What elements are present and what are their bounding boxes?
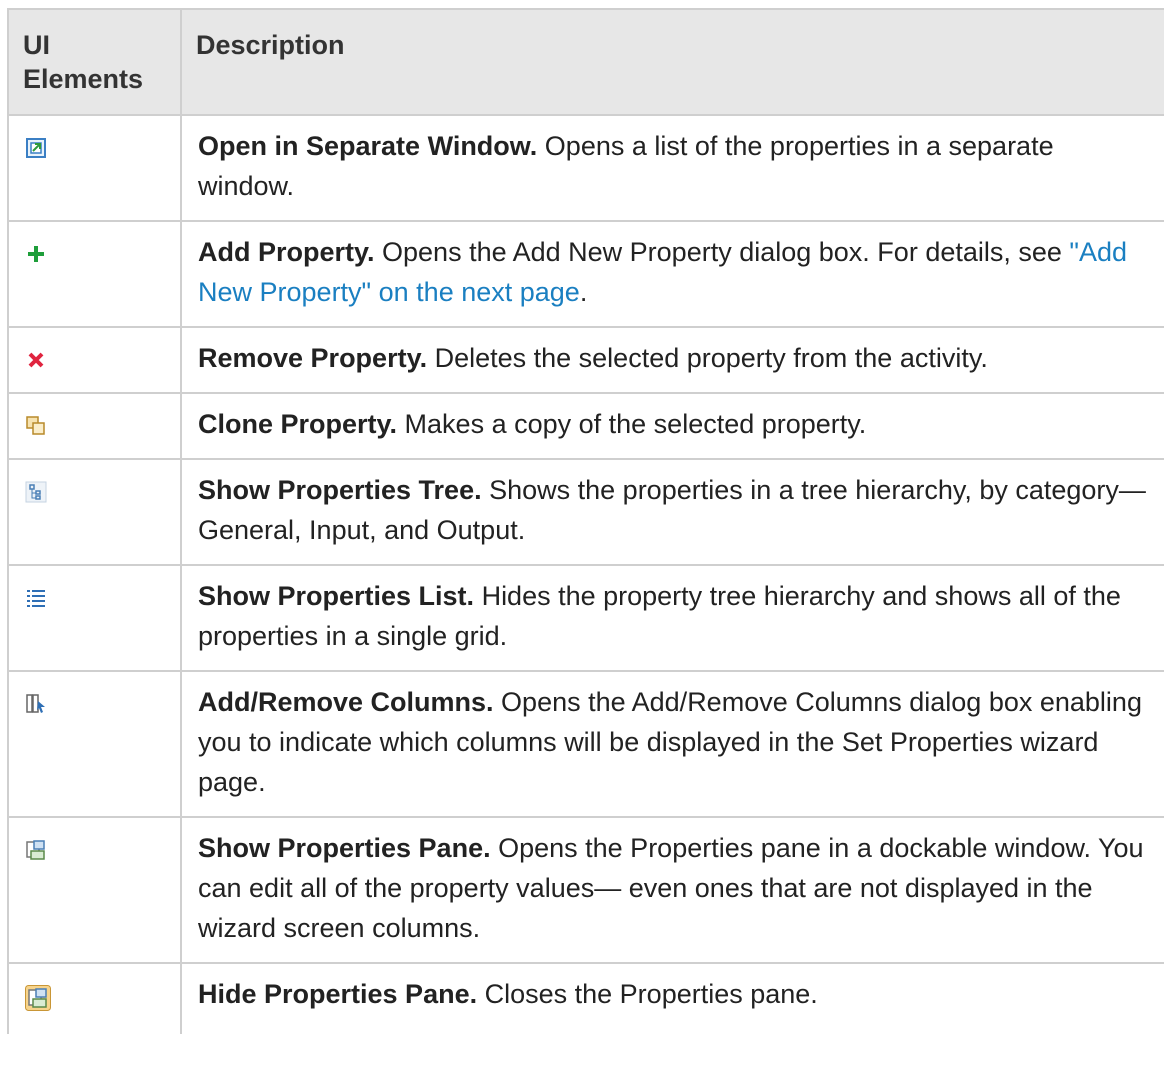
row-title: Show Properties Pane.	[198, 833, 491, 863]
clone-icon	[25, 415, 47, 437]
row-title: Hide Properties Pane.	[198, 979, 478, 1009]
row-desc: Closes the Properties pane.	[477, 979, 818, 1009]
row-title: Add/Remove Columns.	[198, 687, 494, 717]
header-ui-elements: UI Elements	[7, 8, 182, 116]
tree-icon	[25, 481, 47, 503]
table-row: Remove Property. Deletes the selected pr…	[7, 326, 1164, 394]
list-icon	[25, 587, 47, 609]
add-icon	[25, 243, 47, 265]
table-row: Add/Remove Columns. Opens the Add/Remove…	[7, 670, 1164, 818]
row-desc: Deletes the selected property from the a…	[427, 343, 988, 373]
table-row: Open in Separate Window. Opens a list of…	[7, 114, 1164, 222]
show-pane-icon	[25, 839, 47, 861]
table-row: Show Properties List. Hides the property…	[7, 564, 1164, 672]
row-title: Show Properties List.	[198, 581, 475, 611]
table-row: Clone Property. Makes a copy of the sele…	[7, 392, 1164, 460]
open-separate-window-icon	[25, 137, 47, 159]
row-title: Add Property.	[198, 237, 375, 267]
table-row: Show Properties Tree. Shows the properti…	[7, 458, 1164, 566]
hide-pane-icon	[25, 985, 51, 1011]
ui-elements-table: UI Elements Description Open in Separate…	[7, 8, 1164, 1034]
header-description: Description	[180, 8, 1164, 116]
row-desc: Opens the Add New Property dialog box. F…	[374, 237, 1070, 267]
row-title: Show Properties Tree.	[198, 475, 482, 505]
row-desc: Makes a copy of the selected property.	[397, 409, 867, 439]
table-row: Add Property. Opens the Add New Property…	[7, 220, 1164, 328]
table-header-row: UI Elements Description	[7, 8, 1164, 116]
row-title: Clone Property.	[198, 409, 398, 439]
row-title: Open in Separate Window.	[198, 131, 538, 161]
table-row: Show Properties Pane. Opens the Properti…	[7, 816, 1164, 964]
columns-icon	[25, 693, 47, 715]
table-row: Hide Properties Pane. Closes the Propert…	[7, 962, 1164, 1034]
remove-icon	[25, 349, 47, 371]
row-title: Remove Property.	[198, 343, 428, 373]
